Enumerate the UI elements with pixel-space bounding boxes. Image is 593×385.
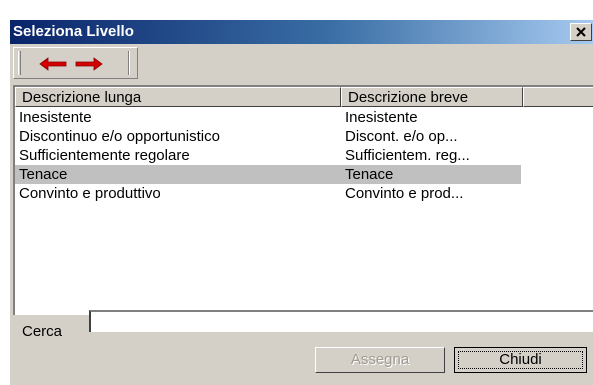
close-button[interactable]: Chiudi [454,347,587,373]
cell-long: Discontinuo e/o opportunistico [19,128,220,145]
close-x-icon [576,27,586,37]
toolbar-separator [128,51,130,75]
window-title: Seleziona Livello [13,23,134,40]
level-list[interactable]: Descrizione lunga Descrizione breve Ines… [13,85,593,315]
cell-long: Sufficientemente regolare [19,147,190,164]
title-bar[interactable]: Seleziona Livello [10,20,593,44]
red-arrow-right-icon [75,57,103,71]
search-label: Cerca [22,323,63,340]
selection-highlight [15,165,521,184]
cell-long: Convinto e produttivo [19,185,161,202]
cell-short: Discont. e/o op... [345,128,458,145]
next-button[interactable] [74,56,104,72]
toolbar-grip[interactable] [18,51,21,75]
list-header: Descrizione lunga Descrizione breve [15,87,593,107]
list-row[interactable]: Convinto e produttivo Convinto e prod... [15,184,593,203]
list-row[interactable]: Inesistente Inesistente [15,108,593,127]
assign-button[interactable]: Assegna [315,347,445,373]
cell-short: Tenace [345,166,394,183]
cell-short: Sufficientem. reg... [345,147,470,164]
cell-short: Inesistente [345,109,418,126]
cell-short: Convinto e prod... [345,185,464,202]
dialog-window: Seleziona Livello Descrizione lunga Desc… [10,20,593,385]
list-rows: Inesistente Inesistente Discontinuo e/o … [15,108,593,203]
cell-long: Tenace [19,166,68,183]
focus-rectangle [458,351,583,369]
red-arrow-left-icon [39,57,67,71]
navigation-toolbar [13,47,138,79]
column-header-short[interactable]: Descrizione breve [341,87,523,107]
search-input[interactable] [89,310,593,332]
close-window-button[interactable] [570,23,592,41]
list-row[interactable]: Discontinuo e/o opportunistico Discont. … [15,127,593,146]
list-row[interactable]: Sufficientemente regolare Sufficientem. … [15,146,593,165]
column-header-long[interactable]: Descrizione lunga [15,87,341,107]
cell-long: Inesistente [19,109,92,126]
list-row-selected[interactable]: Tenace Tenace [15,165,593,184]
previous-button[interactable] [38,56,68,72]
column-header-filler [523,87,593,107]
